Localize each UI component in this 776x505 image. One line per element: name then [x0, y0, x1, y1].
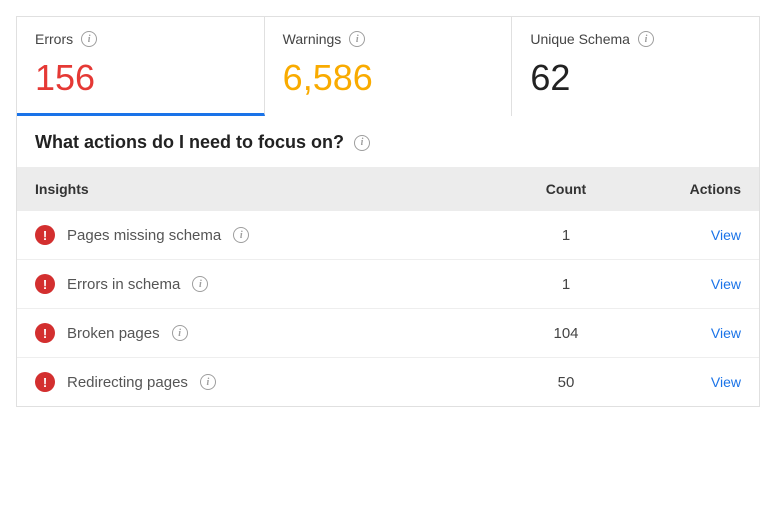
- actions-cell: View: [631, 325, 741, 342]
- insight-label: Pages missing schema: [67, 227, 221, 244]
- stat-value-unique-schema: 62: [530, 57, 741, 99]
- stat-label-row: Unique Schema i: [530, 31, 741, 47]
- table-row: ! Broken pages i 104 View: [17, 309, 759, 358]
- table-row: ! Errors in schema i 1 View: [17, 260, 759, 309]
- insight-cell: ! Pages missing schema i: [35, 225, 501, 245]
- stat-label-row: Errors i: [35, 31, 246, 47]
- stat-label-row: Warnings i: [283, 31, 494, 47]
- section-title: What actions do I need to focus on?: [35, 132, 344, 153]
- actions-cell: View: [631, 227, 741, 244]
- insight-label: Errors in schema: [67, 276, 180, 293]
- count-cell: 104: [501, 325, 631, 342]
- info-icon[interactable]: i: [354, 135, 370, 151]
- info-icon[interactable]: i: [638, 31, 654, 47]
- view-link[interactable]: View: [711, 374, 741, 390]
- info-icon[interactable]: i: [349, 31, 365, 47]
- stat-label-errors: Errors: [35, 31, 73, 47]
- insight-label: Redirecting pages: [67, 374, 188, 391]
- error-icon: !: [35, 323, 55, 343]
- info-icon[interactable]: i: [172, 325, 188, 341]
- info-icon[interactable]: i: [192, 276, 208, 292]
- insight-cell: ! Broken pages i: [35, 323, 501, 343]
- header-count: Count: [501, 181, 631, 197]
- table-row: ! Pages missing schema i 1 View: [17, 211, 759, 260]
- stat-value-errors: 156: [35, 57, 246, 99]
- stats-row: Errors i 156 Warnings i 6,586 Unique Sch…: [17, 17, 759, 116]
- info-icon[interactable]: i: [233, 227, 249, 243]
- view-link[interactable]: View: [711, 325, 741, 341]
- count-cell: 50: [501, 374, 631, 391]
- stat-value-warnings: 6,586: [283, 57, 494, 99]
- dashboard: Errors i 156 Warnings i 6,586 Unique Sch…: [16, 16, 760, 407]
- count-cell: 1: [501, 227, 631, 244]
- table-row: ! Redirecting pages i 50 View: [17, 358, 759, 406]
- stat-card-errors[interactable]: Errors i 156: [17, 17, 265, 116]
- count-cell: 1: [501, 276, 631, 293]
- table-header: Insights Count Actions: [17, 167, 759, 211]
- info-icon[interactable]: i: [81, 31, 97, 47]
- insight-cell: ! Redirecting pages i: [35, 372, 501, 392]
- error-icon: !: [35, 225, 55, 245]
- header-actions: Actions: [631, 181, 741, 197]
- stat-card-warnings[interactable]: Warnings i 6,586: [265, 17, 513, 116]
- error-icon: !: [35, 274, 55, 294]
- stat-card-unique-schema[interactable]: Unique Schema i 62: [512, 17, 759, 116]
- actions-cell: View: [631, 276, 741, 293]
- view-link[interactable]: View: [711, 227, 741, 243]
- actions-cell: View: [631, 374, 741, 391]
- section-title-row: What actions do I need to focus on? i: [17, 116, 759, 167]
- error-icon: !: [35, 372, 55, 392]
- insight-cell: ! Errors in schema i: [35, 274, 501, 294]
- header-insights: Insights: [35, 181, 501, 197]
- view-link[interactable]: View: [711, 276, 741, 292]
- stat-label-warnings: Warnings: [283, 31, 342, 47]
- insight-label: Broken pages: [67, 325, 160, 342]
- stat-label-unique-schema: Unique Schema: [530, 31, 630, 47]
- info-icon[interactable]: i: [200, 374, 216, 390]
